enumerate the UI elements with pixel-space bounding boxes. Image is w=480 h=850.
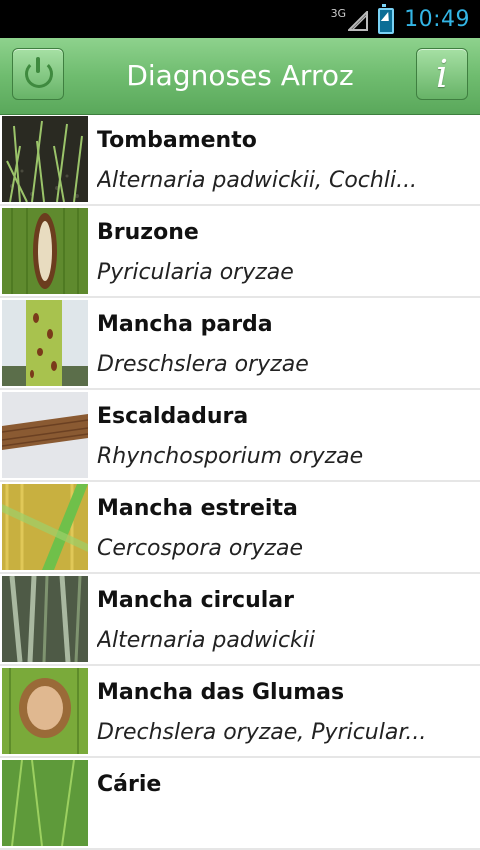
list-item-subtitle: Alternaria padwickii xyxy=(97,628,316,653)
list-item-subtitle: Alternaria padwickii, Cochli... xyxy=(97,168,418,193)
info-button[interactable]: i xyxy=(416,48,468,100)
list-item-mancha-circular[interactable]: Mancha circular Alternaria padwickii xyxy=(0,574,480,666)
battery-charging-icon xyxy=(378,4,395,34)
info-icon: i xyxy=(435,52,449,96)
list-item-carie[interactable]: Cárie xyxy=(0,758,480,850)
thumbnail-rice-plants xyxy=(2,760,88,846)
status-bar: 3G 10:49 xyxy=(0,0,480,38)
thumbnail-glume-spot xyxy=(2,668,88,754)
list-item-subtitle: Dreschslera oryzae xyxy=(97,352,309,377)
list-item-title: Bruzone xyxy=(97,220,199,245)
list-item-subtitle: Cercospora oryzae xyxy=(97,536,303,561)
network-type: 3G xyxy=(330,6,347,20)
thumbnail-brown-stem xyxy=(2,392,88,478)
list-item-title: Mancha circular xyxy=(97,588,294,613)
list-item-subtitle: Pyricularia oryzae xyxy=(97,260,294,285)
list-item-title: Mancha parda xyxy=(97,312,273,337)
list-item-title: Mancha das Glumas xyxy=(97,680,345,705)
action-bar: Diagnoses Arroz i xyxy=(0,38,480,115)
list-item-title: Mancha estreita xyxy=(97,496,298,521)
thumbnail-yellow-leaves xyxy=(2,484,88,570)
clock: 10:49 xyxy=(404,6,470,32)
list-item-mancha-estreita[interactable]: Mancha estreita Cercospora oryzae xyxy=(0,482,480,574)
thumbnail-dry-stems xyxy=(2,576,88,662)
list-item-title: Escaldadura xyxy=(97,404,249,429)
list-item-tombamento[interactable]: Tombamento Alternaria padwickii, Cochli.… xyxy=(0,114,480,206)
list-item-subtitle: Drechslera oryzae, Pyricular... xyxy=(97,720,427,745)
list-item-title: Tombamento xyxy=(97,128,257,153)
signal-icon xyxy=(348,11,369,31)
list-item-mancha-das-glumas[interactable]: Mancha das Glumas Drechslera oryzae, Pyr… xyxy=(0,666,480,758)
page-title: Diagnoses Arroz xyxy=(126,59,354,92)
thumbnail-seedlings xyxy=(2,116,88,202)
list-item-escaldadura[interactable]: Escaldadura Rhynchosporium oryzae xyxy=(0,390,480,482)
list-item-bruzone[interactable]: Bruzone Pyricularia oryzae xyxy=(0,206,480,298)
power-button[interactable] xyxy=(12,48,64,100)
list-item-title: Cárie xyxy=(97,772,162,797)
list-item-subtitle: Rhynchosporium oryzae xyxy=(97,444,364,469)
list-item-mancha-parda[interactable]: Mancha parda Dreschslera oryzae xyxy=(0,298,480,390)
power-icon-line xyxy=(36,57,40,73)
thumbnail-spotted-leaf xyxy=(2,300,88,386)
status-icons: 3G 10:49 xyxy=(331,0,470,38)
diagnosis-list: Tombamento Alternaria padwickii, Cochli.… xyxy=(0,114,480,850)
thumbnail-leaf-lesion xyxy=(2,208,88,294)
